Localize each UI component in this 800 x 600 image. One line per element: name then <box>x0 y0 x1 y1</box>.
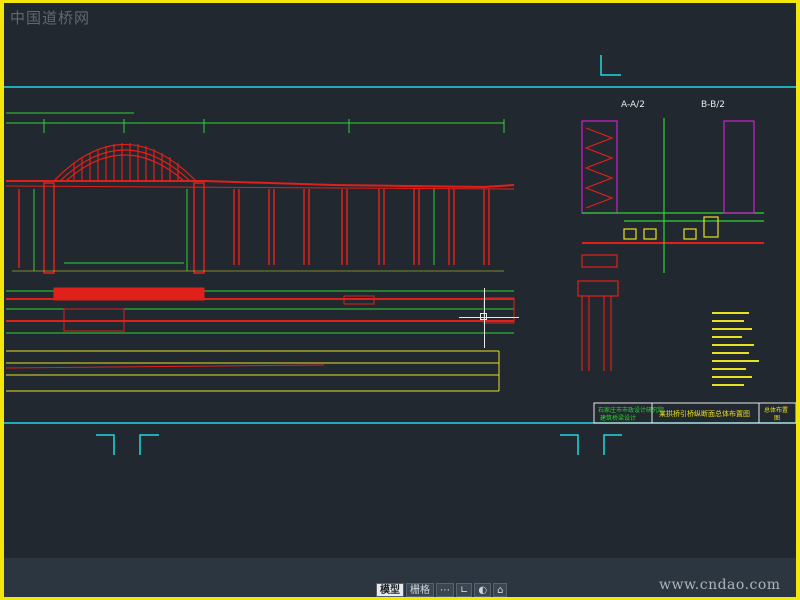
title-block-drawing-name: 某拱桥引桥纵断面总体布置图 <box>659 409 750 418</box>
section-a-label: A-A/2 <box>621 100 645 110</box>
watermark-top-left: 中国道桥网 <box>10 9 91 27</box>
bridge-piers <box>18 182 490 274</box>
cad-window: 石家庄市市政设计研究院 建筑桥梁设计 某拱桥引桥纵断面总体布置图 总体布置 图 … <box>0 0 800 600</box>
polar-toggle-icon[interactable]: ◐ <box>474 583 492 597</box>
status-bar-controls: 模型 栅格 ⋯ ∟ ◐ ⌂ <box>376 583 508 597</box>
title-block-sheet: 图 <box>774 415 780 422</box>
section-b-label: B-B/2 <box>701 100 725 110</box>
section-b-detail <box>623 118 764 273</box>
grid-toggle[interactable]: 栅格 <box>406 583 434 597</box>
section-a-detail <box>577 120 764 371</box>
profile-table <box>5 350 500 392</box>
arch-span <box>53 143 197 182</box>
cad-drawing[interactable]: 石家庄市市政设计研究院 建筑桥梁设计 某拱桥引桥纵断面总体布置图 总体布置 图 … <box>4 3 796 597</box>
snap-toggle-icon[interactable]: ⋯ <box>436 583 454 597</box>
osnap-toggle-icon[interactable]: ⌂ <box>493 583 508 597</box>
corner-marks <box>96 55 622 455</box>
general-notes <box>712 312 759 386</box>
pier-annotations <box>12 189 504 272</box>
bridge-deck <box>5 180 515 190</box>
title-block-org-dept: 建筑桥梁设计 <box>600 414 636 422</box>
model-tab[interactable]: 模型 <box>376 583 404 597</box>
title-block-type: 总体布置 <box>764 406 788 414</box>
cursor-crosshair-horizontal <box>459 317 519 318</box>
title-block-org: 石家庄市市政设计研究院 <box>598 406 664 414</box>
ortho-toggle-icon[interactable]: ∟ <box>456 583 473 597</box>
cursor-pickbox <box>480 313 487 320</box>
top-dimension-line <box>6 112 505 133</box>
watermark-bottom-right: www.cndao.com <box>659 577 781 593</box>
drawing-canvas[interactable]: 石家庄市市政设计研究院 建筑桥梁设计 某拱桥引桥纵断面总体布置图 总体布置 图 … <box>4 3 796 597</box>
plan-view <box>6 287 515 334</box>
